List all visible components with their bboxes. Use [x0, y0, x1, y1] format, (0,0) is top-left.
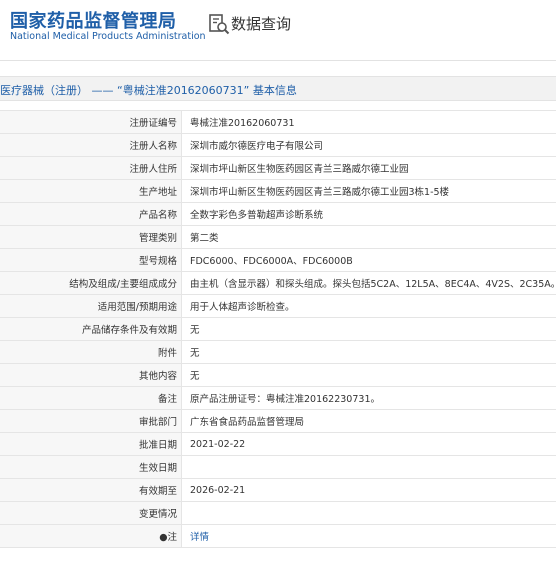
table-row: ●注 详情 [0, 524, 556, 548]
field-value [181, 455, 556, 479]
field-value-cell: 详情 [181, 524, 556, 548]
field-value: 2026-02-21 [181, 478, 556, 502]
field-label: 结构及组成/主要组成成分 [0, 271, 182, 295]
field-value: 2021-02-22 [181, 432, 556, 456]
field-label: 型号规格 [0, 248, 182, 272]
field-value: 用于人体超声诊断检查。 [181, 294, 556, 318]
field-label: 附件 [0, 340, 182, 364]
field-value: 无 [181, 340, 556, 364]
table-row: 注册人住所 深圳市坪山新区生物医药园区青兰三路威尔德工业园 [0, 156, 556, 180]
field-value: 由主机（含显示器）和探头组成。探头包括5C2A、12L5A、8EC4A、4V2S… [181, 271, 556, 295]
field-value: 无 [181, 317, 556, 341]
field-value: 第二类 [181, 225, 556, 249]
field-label: 生产地址 [0, 179, 182, 203]
table-row: 结构及组成/主要组成成分 由主机（含显示器）和探头组成。探头包括5C2A、12L5… [0, 271, 556, 295]
field-value: 广东省食品药品监督管理局 [181, 409, 556, 433]
field-label: 管理类别 [0, 225, 182, 249]
field-value: 无 [181, 363, 556, 387]
details-link[interactable]: 详情 [190, 532, 209, 543]
field-label: 有效期至 [0, 478, 182, 502]
table-row: 有效期至 2026-02-21 [0, 478, 556, 502]
field-label: 生效日期 [0, 455, 182, 479]
table-row: 其他内容无 [0, 363, 556, 387]
field-value: 原产品注册证号：粤械注准20162230731。 [181, 386, 556, 410]
table-row: 生效日期 [0, 455, 556, 479]
table-row: 生产地址 深圳市坪山新区生物医药园区青兰三路威尔德工业园3栋1-5楼 [0, 179, 556, 203]
table-row: 产品名称 全数字彩色多普勒超声诊断系统 [0, 202, 556, 226]
field-label: 其他内容 [0, 363, 182, 387]
field-label: 批准日期 [0, 432, 182, 456]
field-label: 产品名称 [0, 202, 182, 226]
field-label: 注册人住所 [0, 156, 182, 180]
field-value: 深圳市威尔德医疗电子有限公司 [181, 133, 556, 157]
table-row: 批准日期 2021-02-22 [0, 432, 556, 456]
site-logo-title[interactable]: 国家药品监督管理局 [10, 7, 177, 33]
table-row: 型号规格 FDC6000、FDC6000A、FDC6000B [0, 248, 556, 272]
table-row: 审批部门 广东省食品药品监督管理局 [0, 409, 556, 433]
field-label: 产品储存条件及有效期 [0, 317, 182, 341]
header-divider [0, 60, 556, 61]
field-value [181, 501, 556, 525]
table-row: 注册人名称 深圳市威尔德医疗电子有限公司 [0, 133, 556, 157]
field-label: 注册人名称 [0, 133, 182, 157]
field-value: 粤械注准20162060731 [181, 110, 556, 134]
field-label: ●注 [0, 524, 182, 548]
field-label: 注册证编号 [0, 110, 182, 134]
field-value: 全数字彩色多普勒超声诊断系统 [181, 202, 556, 226]
detail-table: 注册证编号 粤械注准20162060731 注册人名称 深圳市威尔德医疗电子有限公司注… [0, 110, 556, 548]
section-title: 医疗器械（注册） —— “粤械注准20162060731” 基本信息 [0, 84, 297, 97]
field-label: 变更情况 [0, 501, 182, 525]
field-label: 备注 [0, 386, 182, 410]
section-header: 医疗器械（注册） —— “粤械注准20162060731” 基本信息 [0, 76, 556, 101]
page-title: 数据查询 [231, 15, 292, 33]
table-row: 注册证编号 粤械注准20162060731 [0, 110, 556, 134]
search-document-icon [209, 14, 230, 35]
table-row: 管理类别 第二类 [0, 225, 556, 249]
table-row: 产品储存条件及有效期无 [0, 317, 556, 341]
field-value: 深圳市坪山新区生物医药园区青兰三路威尔德工业园 [181, 156, 556, 180]
field-value: FDC6000、FDC6000A、FDC6000B [181, 248, 556, 272]
table-row: 变更情况 [0, 501, 556, 525]
field-label: 审批部门 [0, 409, 182, 433]
table-row: 适用范围/预期用途 用于人体超声诊断检查。 [0, 294, 556, 318]
site-header: 国家药品监督管理局 National Medical Products Admi… [0, 0, 556, 56]
table-row: 附件无 [0, 340, 556, 364]
site-logo-subtitle: National Medical Products Administration [10, 31, 206, 42]
table-row: 备注 原产品注册证号：粤械注准20162230731。 [0, 386, 556, 410]
field-value: 深圳市坪山新区生物医药园区青兰三路威尔德工业园3栋1-5楼 [181, 179, 556, 203]
field-label: 适用范围/预期用途 [0, 294, 182, 318]
